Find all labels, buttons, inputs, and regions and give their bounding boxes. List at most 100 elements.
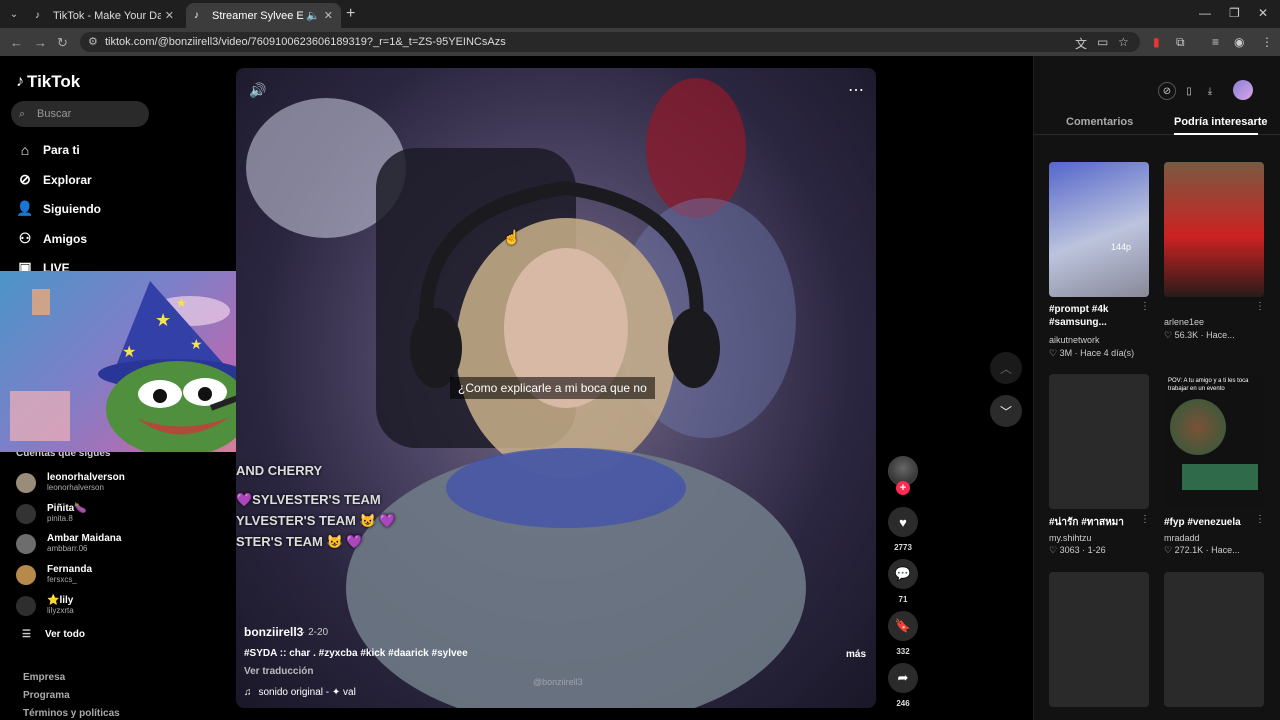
volume-icon[interactable]: 🔊 [249, 82, 266, 99]
video-thumbnail[interactable]: POV: A tu amigo y a ti les toca trabajar… [1164, 374, 1264, 509]
overlay-text-line: AND CHERRY [236, 463, 323, 478]
video-watermark: @bonziirell3 [533, 677, 583, 687]
video-author[interactable]: bonziirell3 [244, 625, 303, 639]
tab-search-icon[interactable]: ⌄ [5, 5, 23, 23]
save-button[interactable]: 🔖 [888, 611, 918, 641]
nav-friends[interactable]: ⚇ Amigos [16, 230, 87, 247]
footer-company-link[interactable]: Empresa [23, 672, 65, 683]
account-item[interactable]: Piñita🍆 pinita.8 [16, 503, 87, 524]
back-icon[interactable]: ← [10, 35, 23, 50]
extension-icon[interactable]: ▮ [1153, 35, 1160, 49]
svg-text:★: ★ [122, 344, 136, 361]
video-thumbnail[interactable]: 144p [1049, 162, 1149, 297]
media-control-icon[interactable]: ≡ [1212, 35, 1219, 49]
card-title[interactable]: #prompt #4k #samsung... [1049, 303, 1144, 329]
tab-comments[interactable]: Comentarios [1066, 116, 1133, 128]
tab-recommended[interactable]: Podría interesarte [1174, 116, 1268, 128]
svg-text:★: ★ [176, 296, 187, 310]
card-more-icon[interactable]: ⋮ [1255, 514, 1265, 525]
card-more-icon[interactable]: ⋮ [1140, 301, 1150, 312]
reload-icon[interactable]: ↻ [57, 35, 68, 51]
restore-icon[interactable]: ❐ [1229, 6, 1240, 20]
forward-icon[interactable]: → [34, 35, 47, 50]
minimize-icon[interactable]: — [1199, 6, 1211, 20]
profile-avatar-icon[interactable]: ◉ [1234, 35, 1244, 49]
nav-for-you[interactable]: ⌂ Para ti [16, 142, 80, 158]
coins-icon[interactable]: ⊘ [1158, 82, 1176, 100]
card-author[interactable]: aikutnetwork [1049, 335, 1100, 345]
list-icon: ☰ [22, 629, 31, 640]
footer-program-link[interactable]: Programa [23, 690, 70, 701]
close-window-icon[interactable]: ✕ [1258, 6, 1268, 20]
video-music[interactable]: ♫ sonido original - ✦ val [244, 687, 356, 698]
close-tab-icon[interactable]: ✕ [324, 9, 333, 22]
card-meta: ♡ 56.3K · Hace... [1164, 330, 1235, 340]
video-thumbnail[interactable] [1164, 572, 1264, 707]
see-more-button[interactable]: más [846, 649, 866, 660]
card-title[interactable]: #น่ารัก #ทาสหมา [1049, 516, 1124, 529]
follow-plus-icon[interactable]: + [896, 481, 910, 495]
mouse-cursor-icon: ☝ [503, 229, 521, 245]
tiktok-logo[interactable]: ♪ TikTok [16, 72, 80, 92]
card-author[interactable]: mradadd [1164, 533, 1200, 543]
video-description[interactable]: #SYDA :: char . #zyxcba #kick #daarick #… [244, 648, 468, 659]
extensions-puzzle-icon[interactable]: ⧉ [1176, 35, 1185, 50]
chevron-down-icon: ﹀ [999, 404, 1012, 419]
svg-text:★: ★ [155, 310, 171, 330]
site-info-icon[interactable]: ⚙ [88, 32, 98, 52]
nav-following[interactable]: 👤 Siguiendo [16, 200, 101, 217]
account-item[interactable]: Ambar Maidana ambbarr.06 [16, 533, 121, 554]
compass-icon: ⊘ [19, 171, 31, 187]
url-field[interactable]: ⚙ tiktok.com/@bonziirell3/video/76091006… [80, 32, 1140, 52]
browser-tab-tiktok[interactable]: ♪ TikTok - Make Your Day ✕ [27, 3, 182, 28]
translate-icon[interactable]: 文 [1075, 35, 1087, 52]
save-count: 332 [896, 647, 910, 656]
account-item[interactable]: Fernanda fersxcs_ [16, 564, 92, 585]
avatar [16, 533, 36, 554]
avatar [16, 472, 36, 493]
video-thumbnail[interactable] [1049, 572, 1149, 707]
card-more-icon[interactable]: ⋮ [1255, 301, 1265, 312]
thumbnail-banner-text: POV: A tu amigo y a ti les toca trabajar… [1168, 378, 1249, 392]
like-button[interactable]: ♥ [888, 507, 918, 537]
search-input[interactable]: ⌕ Buscar [11, 101, 149, 127]
tiktok-note-icon: ♪ [16, 73, 24, 90]
device-icon[interactable]: ▯ [1180, 82, 1198, 100]
close-tab-icon[interactable]: ✕ [165, 9, 174, 22]
see-translation-link[interactable]: Ver traducción [244, 666, 313, 677]
video-thumbnail[interactable] [1049, 374, 1149, 509]
footer-terms-link[interactable]: Términos y políticas [23, 708, 120, 719]
overlay-text-line: 💜SYLVESTER'S TEAM [236, 492, 381, 507]
more-options-icon[interactable]: ⋯ [848, 80, 864, 100]
avatar [16, 503, 36, 524]
speaker-icon: 🔈 [306, 10, 320, 22]
nav-explore[interactable]: ⊘ Explorar [16, 171, 92, 188]
overlay-text-line: YLVESTER'S TEAM 😺 💜 [236, 513, 396, 528]
card-more-icon[interactable]: ⋮ [1140, 514, 1150, 525]
download-icon[interactable]: ⤓ [1201, 82, 1219, 100]
bookmark-icon: 🔖 [894, 618, 912, 633]
share-button[interactable]: ➦ [888, 663, 918, 693]
next-video-button[interactable]: ﹀ [990, 395, 1022, 427]
cast-icon[interactable]: ▭ [1097, 35, 1108, 49]
music-note-icon: ♫ [244, 687, 252, 698]
browser-menu-icon[interactable]: ⋮ [1261, 35, 1273, 49]
browser-tab-video[interactable]: ♪ Streamer Sylvee Eats Sandw 🔈 ✕ [186, 3, 341, 28]
active-tab-indicator [1174, 133, 1258, 135]
tiktok-favicon-icon: ♪ [35, 9, 40, 21]
profile-avatar[interactable] [1233, 80, 1253, 100]
card-author[interactable]: arlene1ee [1164, 317, 1204, 327]
account-item[interactable]: ⭐lily lilyzxrta [16, 595, 74, 616]
see-all-button[interactable]: ☰ Ver todo [22, 629, 85, 640]
account-item[interactable]: leonorhalverson leonorhalverson [16, 472, 125, 493]
card-author[interactable]: my.shihtzu [1049, 533, 1091, 543]
comment-button[interactable]: 💬 [888, 559, 918, 589]
video-date: · 2-20 [302, 627, 329, 638]
previous-video-button[interactable]: ︿ [990, 352, 1022, 384]
video-thumbnail[interactable] [1164, 162, 1264, 297]
card-meta: ♡ 3063 · 1-26 [1049, 545, 1106, 555]
card-title[interactable]: #fyp #venezuela [1164, 516, 1241, 529]
new-tab-button[interactable]: + [346, 5, 355, 23]
tab-title: TikTok - Make Your Day [53, 9, 161, 22]
bookmark-star-icon[interactable]: ☆ [1118, 35, 1129, 49]
